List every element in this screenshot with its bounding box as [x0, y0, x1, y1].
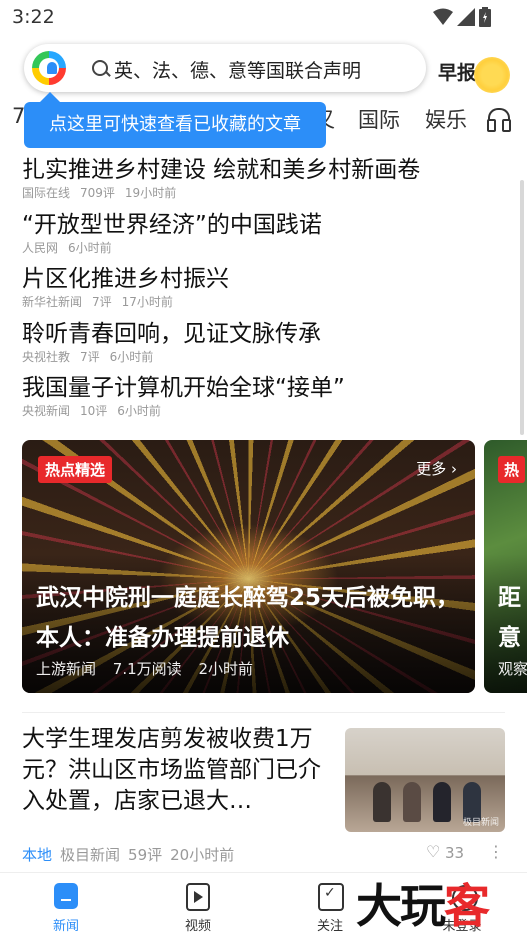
tab-international[interactable]: 国际	[358, 104, 400, 134]
headset-icon[interactable]	[487, 108, 511, 132]
nav-news[interactable]: 新闻	[26, 873, 106, 938]
search-icon	[92, 60, 108, 76]
headline-comments: 10评	[80, 404, 108, 418]
tab-entertainment[interactable]: 娱乐	[425, 104, 467, 134]
follow-icon	[318, 883, 344, 911]
article-comments: 59评	[128, 846, 163, 864]
headline-source: 央视新闻	[22, 404, 71, 418]
hot-pick-meta: 上游新闻 7.1万阅读 2小时前	[36, 658, 265, 679]
morning-report-label[interactable]: 早报	[438, 58, 476, 85]
divider	[22, 712, 505, 713]
headline-comments: 7评	[80, 349, 100, 364]
headline-comments: 7评	[92, 295, 112, 309]
headline-meta: 国际在线 709评 19小时前	[22, 185, 502, 201]
headline-time: 17小时前	[121, 295, 173, 309]
list-item[interactable]: “开放型世界经济”的中国践诺 人民网 6小时前	[22, 210, 502, 265]
headline-meta: 央视新闻 10评 6小时前	[22, 403, 502, 419]
hot-pick-source: 上游新闻	[36, 660, 97, 678]
like-button[interactable]: 33	[426, 842, 465, 862]
more-options-icon[interactable]: ⋮	[488, 842, 504, 861]
headline-comments: 709评	[80, 186, 115, 200]
nav-label: 新闻	[52, 919, 79, 934]
headline-source: 央视社教	[22, 349, 71, 364]
headline-meta: 新华社新闻 7评 17小时前	[22, 294, 502, 310]
wifi-icon	[433, 8, 453, 25]
headline-title[interactable]: 扎实推进乡村建设 绘就和美乡村新画卷	[22, 155, 502, 185]
watermark-text-red: 客	[444, 879, 490, 933]
search-input[interactable]: 英、法、德、意等国联合声明	[114, 56, 361, 83]
headline-source: 人民网	[22, 240, 59, 255]
hot-pick-badge: 热点精选	[38, 456, 113, 483]
list-item[interactable]: 扎实推进乡村建设 绘就和美乡村新画卷 国际在线 709评 19小时前	[22, 155, 502, 210]
headline-title[interactable]: 我国量子计算机开始全球“接单”	[22, 373, 502, 403]
news-icon	[54, 883, 78, 909]
hot-pick-card-next[interactable]: 热 距 意 观察	[484, 440, 527, 693]
thumb-person	[403, 782, 421, 822]
like-count: 33	[445, 844, 465, 862]
article-time: 20小时前	[170, 846, 235, 864]
hot-pick-card[interactable]: 热点精选 更多 › 武汉中院刑一庭庭长醉驾25天后被免职，本人：准备办理提前退休…	[22, 440, 475, 693]
local-tag[interactable]: 本地	[22, 846, 52, 864]
hot-pick-meta-next: 观察	[498, 660, 527, 678]
nav-label: 视频	[184, 919, 211, 934]
thumb-person	[433, 782, 451, 822]
headline-time: 6小时前	[117, 404, 161, 418]
article-thumbnail[interactable]: 极目新闻	[345, 728, 505, 832]
article-source: 极目新闻	[60, 846, 121, 864]
list-item[interactable]: 片区化推进乡村振兴 新华社新闻 7评 17小时前	[22, 264, 502, 319]
signal-icon	[457, 8, 475, 26]
headline-source: 新华社新闻	[22, 295, 83, 309]
status-icons	[433, 6, 491, 28]
article-title[interactable]: 大学生理发店剪发被收费1万元？洪山区市场监管部门已介入处置，店家已退大…	[22, 724, 334, 817]
scrollbar[interactable]	[520, 180, 524, 435]
headline-source: 国际在线	[22, 186, 71, 200]
hot-pick-badge-next: 热	[498, 456, 526, 483]
hot-pick-title[interactable]: 武汉中院刑一庭庭长醉驾25天后被免职，本人：准备办理提前退休	[36, 578, 461, 658]
headline-list: 扎实推进乡村建设 绘就和美乡村新画卷 国际在线 709评 19小时前 “开放型世界经…	[22, 155, 502, 428]
heart-icon	[426, 842, 441, 861]
hot-pick-title-next[interactable]: 距 意	[498, 578, 527, 658]
headline-title[interactable]: 聆听青春回响，见证文脉传承	[22, 319, 502, 349]
list-item[interactable]: 我国量子计算机开始全球“接单” 央视新闻 10评 6小时前	[22, 373, 502, 428]
watermark-text: 大玩	[356, 879, 446, 933]
site-watermark: 大玩客	[356, 870, 490, 936]
thumb-person	[373, 782, 391, 822]
search-bar[interactable]: 英、法、德、意等国联合声明	[24, 44, 426, 92]
article-meta: 本地 极目新闻 59评 20小时前	[22, 844, 242, 865]
status-bar: 3:22	[0, 0, 527, 36]
status-time: 3:22	[12, 6, 55, 28]
video-icon	[186, 883, 210, 911]
headline-time: 19小时前	[124, 186, 177, 200]
nav-video[interactable]: 视频	[158, 873, 238, 938]
hot-pick-time: 2小时前	[198, 660, 253, 678]
bell-icon	[47, 62, 57, 74]
battery-icon	[479, 7, 491, 27]
headline-meta: 央视社教 7评 6小时前	[22, 349, 502, 365]
headline-title[interactable]: 片区化推进乡村振兴	[22, 264, 502, 294]
headline-time: 6小时前	[109, 349, 154, 364]
more-link[interactable]: 更多 ›	[416, 458, 457, 479]
thumbnail-watermark: 极目新闻	[462, 818, 499, 828]
list-item[interactable]: 聆听青春回响，见证文脉传承 央视社教 7评 6小时前	[22, 319, 502, 374]
headline-title[interactable]: “开放型世界经济”的中国践诺	[22, 210, 502, 240]
hot-pick-reads: 7.1万阅读	[112, 660, 182, 678]
favorites-tooltip[interactable]: 点这里可快速查看已收藏的文章	[24, 92, 326, 148]
sun-icon[interactable]	[474, 57, 510, 93]
app-logo-icon[interactable]	[32, 51, 66, 85]
headline-meta: 人民网 6小时前	[22, 240, 502, 256]
article-card[interactable]: 大学生理发店剪发被收费1万元？洪山区市场监管部门已介入处置，店家已退大… 极目新…	[22, 724, 505, 870]
headline-time: 6小时前	[68, 240, 112, 255]
